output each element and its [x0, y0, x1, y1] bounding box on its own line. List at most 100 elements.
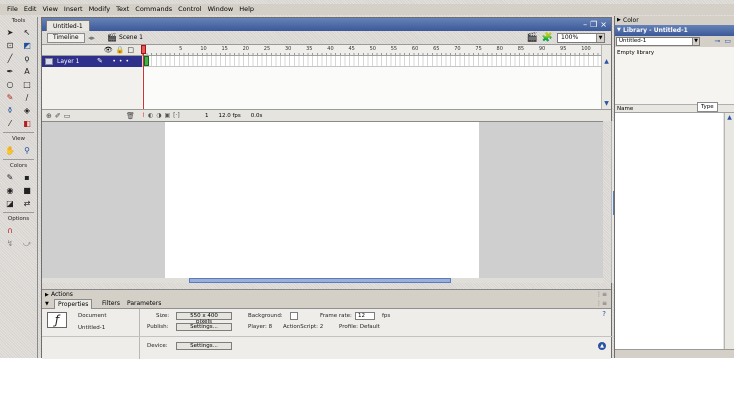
- size-button[interactable]: 550 x 400 pixels: [176, 312, 232, 325]
- default-colors-icon[interactable]: ◪: [4, 198, 17, 209]
- tab-properties[interactable]: Properties: [54, 299, 93, 309]
- onion-skin-icon[interactable]: ◐: [148, 111, 153, 121]
- name-column-header[interactable]: Name: [617, 105, 633, 113]
- insert-folder-icon[interactable]: ▭: [64, 111, 71, 121]
- ink-bottle-tool-icon[interactable]: ⚱: [4, 105, 17, 116]
- layer-toggle-dots[interactable]: •••: [112, 56, 132, 67]
- zoom-tool-icon[interactable]: ⚲: [21, 145, 34, 156]
- lock-icon[interactable]: 🔒: [116, 46, 125, 55]
- snap-magnet-icon[interactable]: ∩: [4, 225, 17, 236]
- publish-profile: Profile: Default: [339, 324, 380, 330]
- scroll-up-icon[interactable]: ▲: [726, 114, 733, 121]
- color-panel-title: Color: [623, 17, 639, 24]
- swap-colors-icon[interactable]: ⇄: [21, 198, 34, 209]
- panel-menu-icon[interactable]: ⋮≡: [596, 299, 607, 309]
- horizontal-scroll-thumb[interactable]: [189, 278, 451, 283]
- eyedropper-tool-icon[interactable]: ⁄: [4, 118, 17, 129]
- fill-swatch-icon[interactable]: ■: [21, 185, 34, 196]
- menu-insert[interactable]: Insert: [61, 4, 86, 15]
- background-color-swatch[interactable]: [290, 312, 298, 320]
- color-panel-header[interactable]: ▶ Color: [615, 16, 734, 25]
- rectangle-tool-icon[interactable]: □: [21, 79, 34, 90]
- eraser-tool-icon[interactable]: ◧: [21, 118, 34, 129]
- lasso-tool-icon[interactable]: ϙ: [21, 53, 34, 64]
- ruler-label: 20: [242, 46, 249, 52]
- edit-symbols-icon[interactable]: 🧩: [542, 32, 553, 44]
- frames-row[interactable]: [142, 56, 602, 67]
- edit-multiple-frames-icon[interactable]: ▣: [164, 111, 170, 121]
- smooth-option-icon[interactable]: ↯: [4, 238, 17, 249]
- free-transform-tool-icon[interactable]: ⊡: [4, 40, 17, 51]
- zoom-select[interactable]: 100% ▼: [557, 33, 605, 43]
- document-tab[interactable]: Untitled-1: [46, 20, 90, 31]
- eye-icon[interactable]: 👁: [104, 46, 113, 55]
- pencil-tool-icon[interactable]: ✎: [4, 92, 17, 103]
- menu-help[interactable]: Help: [236, 4, 257, 15]
- playhead-handle[interactable]: [141, 45, 146, 54]
- minimize-icon[interactable]: –: [583, 19, 587, 30]
- publish-settings-button[interactable]: Settings...: [176, 323, 232, 331]
- scene-breadcrumb[interactable]: 🎬 Scene 1: [107, 33, 143, 43]
- stroke-swatch-icon[interactable]: ▪: [21, 172, 34, 183]
- menu-file[interactable]: File: [4, 4, 21, 15]
- outline-icon[interactable]: □: [127, 46, 134, 55]
- selection-tool-icon[interactable]: ➤: [4, 27, 17, 38]
- layer-row[interactable]: Layer 1 ✎ •••: [42, 56, 142, 67]
- device-settings-button[interactable]: Settings...: [176, 342, 232, 350]
- frame-rate-input[interactable]: 12: [355, 312, 375, 320]
- text-tool-icon[interactable]: A: [21, 66, 34, 77]
- playhead[interactable]: [141, 45, 148, 109]
- brush-tool-icon[interactable]: ∕: [21, 92, 34, 103]
- onion-outlines-icon[interactable]: ◑: [156, 111, 161, 121]
- fill-color-icon[interactable]: ◉: [4, 185, 17, 196]
- hand-tool-icon[interactable]: ✋: [4, 145, 17, 156]
- timeline-button[interactable]: Timeline: [47, 33, 85, 43]
- line-tool-icon[interactable]: ╱: [4, 53, 17, 64]
- menu-text[interactable]: Text: [113, 4, 132, 15]
- delete-layer-icon[interactable]: 🗑: [126, 111, 135, 121]
- stroke-color-icon[interactable]: ✎: [4, 172, 17, 183]
- tab-filters[interactable]: Filters: [99, 299, 123, 309]
- menu-modify[interactable]: Modify: [86, 4, 114, 15]
- actions-panel-bar[interactable]: ▶ Actions ⋮≡: [42, 289, 611, 299]
- help-icon[interactable]: ?: [602, 310, 606, 318]
- menu-commands[interactable]: Commands: [132, 4, 175, 15]
- back-forward-icon[interactable]: ◂▸: [88, 33, 95, 43]
- menu-window[interactable]: Window: [205, 4, 237, 15]
- stage[interactable]: [165, 122, 479, 279]
- stage-area[interactable]: [42, 121, 603, 283]
- modify-markers-icon[interactable]: [·]: [173, 111, 180, 121]
- collapse-arrow-icon[interactable]: ▼: [45, 299, 49, 309]
- scroll-up-icon[interactable]: ▲: [603, 58, 610, 65]
- gradient-transform-tool-icon[interactable]: ◩: [21, 40, 34, 51]
- library-scrollbar[interactable]: ▲: [724, 113, 734, 349]
- chevron-down-icon[interactable]: ▼: [596, 34, 604, 42]
- pin-icon[interactable]: ⊸: [715, 37, 721, 46]
- new-library-panel-icon[interactable]: ▭: [724, 37, 731, 46]
- type-column-header[interactable]: Type: [697, 102, 718, 112]
- restore-icon[interactable]: ❐: [590, 19, 597, 30]
- timeline-scrollbar[interactable]: ▲ ▼: [601, 45, 611, 109]
- library-panel-header[interactable]: ▼ Library - Untitled-1: [615, 25, 734, 36]
- menu-control[interactable]: Control: [175, 4, 205, 15]
- paint-bucket-tool-icon[interactable]: ◈: [21, 105, 34, 116]
- menu-view[interactable]: View: [39, 4, 60, 15]
- close-icon[interactable]: ×: [600, 19, 607, 30]
- menu-edit[interactable]: Edit: [21, 4, 40, 15]
- scroll-down-icon[interactable]: ▼: [603, 100, 610, 107]
- edit-scene-icon[interactable]: 🎬: [527, 32, 538, 44]
- expand-panel-icon[interactable]: ▲: [598, 342, 606, 350]
- tab-parameters[interactable]: Parameters: [124, 299, 164, 309]
- frame-ruler[interactable]: 1510152025303540455055606570758085909510…: [142, 45, 609, 56]
- subselection-tool-icon[interactable]: ↖: [21, 27, 34, 38]
- library-document-select[interactable]: Untitled-1 ▼: [616, 37, 700, 46]
- center-frame-icon[interactable]: ⌇: [142, 111, 145, 121]
- straighten-option-icon[interactable]: ⤻: [21, 238, 34, 249]
- add-guide-layer-icon[interactable]: ✐: [55, 111, 61, 121]
- insert-layer-icon[interactable]: ⊕: [46, 111, 52, 121]
- oval-tool-icon[interactable]: ○: [4, 79, 17, 90]
- pen-tool-icon[interactable]: ✒: [4, 66, 17, 77]
- library-item-list[interactable]: [615, 113, 723, 349]
- chevron-down-icon[interactable]: ▼: [692, 38, 699, 45]
- stage-horizontal-scrollbar[interactable]: [42, 278, 603, 283]
